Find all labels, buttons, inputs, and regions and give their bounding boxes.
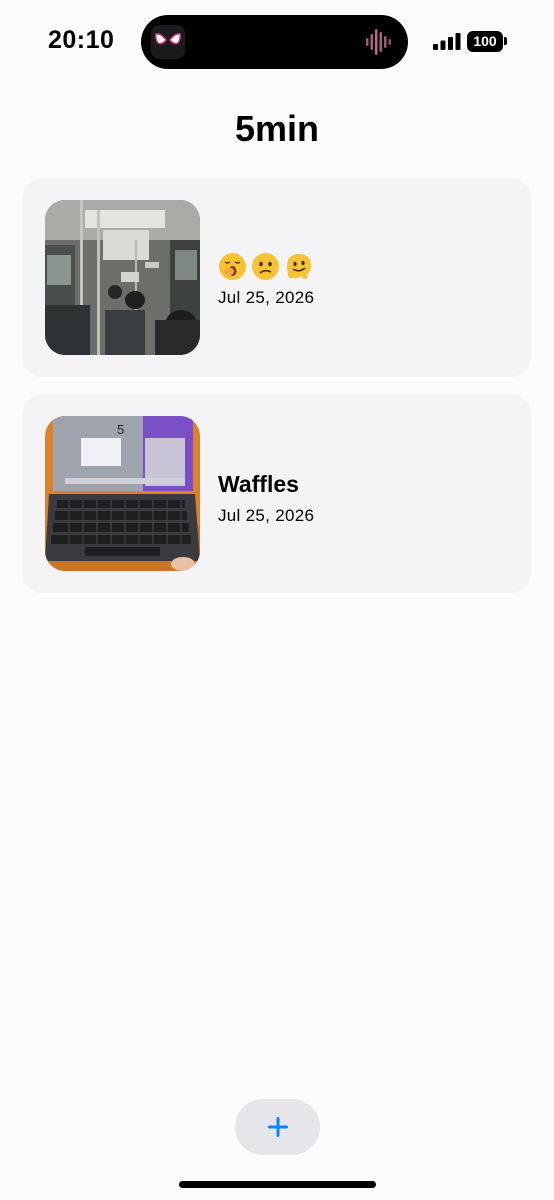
laptop-photo: 5 xyxy=(45,416,200,571)
entry-text: Waffles Jul 25, 2026 xyxy=(218,466,314,526)
dynamic-island[interactable] xyxy=(141,15,408,69)
bus-interior-photo xyxy=(45,200,200,355)
home-indicator[interactable] xyxy=(179,1181,376,1188)
battery-tip xyxy=(504,37,507,45)
entry-thumbnail xyxy=(45,200,200,355)
entry-title: Waffles xyxy=(218,471,299,497)
entry-date: Jul 25, 2026 xyxy=(218,288,315,307)
status-bar: 20:10 100 xyxy=(0,0,554,80)
audio-waveform-icon xyxy=(364,27,394,57)
yawning-face-icon xyxy=(219,252,246,280)
svg-text:5: 5 xyxy=(117,422,124,437)
add-entry-button[interactable] xyxy=(235,1099,320,1155)
status-time: 20:10 xyxy=(48,26,115,54)
spider-mask-icon xyxy=(151,25,185,59)
entry-card[interactable]: 5 Waffles Jul 25, 2026 xyxy=(22,394,531,593)
battery-indicator: 100 xyxy=(467,31,503,52)
entry-card[interactable]: Jul 25, 2026 xyxy=(22,178,531,377)
confused-face-icon xyxy=(252,252,279,280)
melting-face-icon xyxy=(287,253,311,279)
page-title: 5min xyxy=(234,108,320,149)
entry-thumbnail: 5 xyxy=(45,416,200,571)
entry-text: Jul 25, 2026 xyxy=(218,250,314,308)
cellular-signal-icon xyxy=(433,33,461,50)
plus-icon xyxy=(267,1117,288,1137)
mood-emojis xyxy=(218,250,314,282)
entry-date: Jul 25, 2026 xyxy=(218,506,315,525)
